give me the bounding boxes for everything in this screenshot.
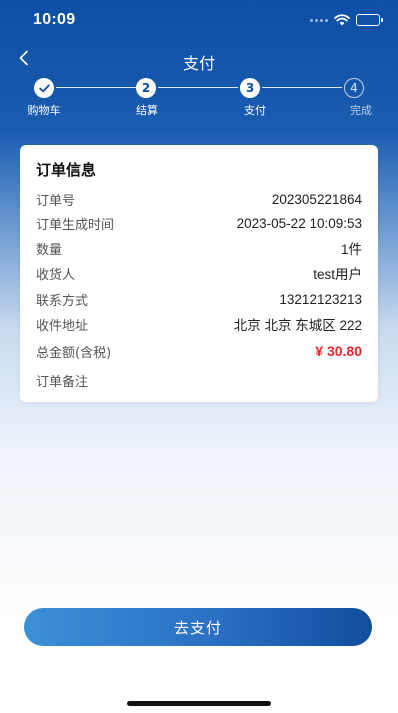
contact-row: 联系方式 13212123213: [36, 289, 362, 309]
quantity-value: 1件: [340, 242, 362, 257]
recipient-value: test用户: [313, 267, 362, 282]
step-4-label: 完成: [350, 104, 372, 117]
row-label: 订单生成时间: [36, 217, 115, 233]
step-4-circle: 4: [344, 78, 364, 98]
total-amount-row: 总金额(含税) ¥ 30.80: [36, 341, 362, 361]
navigation-bar: 支付: [0, 44, 398, 74]
step-3-circle: 3: [240, 78, 260, 98]
row-label: 订单号: [36, 193, 76, 209]
pay-button[interactable]: 去支付: [24, 608, 372, 646]
total-amount-value: ¥ 30.80: [315, 343, 362, 359]
step-connector: [56, 87, 136, 88]
status-time: 10:09: [33, 11, 76, 28]
home-indicator: [127, 701, 271, 706]
progress-steps: 2 3 4 购物车 结算 支付 完成: [0, 76, 398, 117]
recipient-row: 收货人 test用户: [36, 263, 362, 283]
step-connector: [262, 87, 342, 88]
order-number-row: 订单号 202305221864: [36, 189, 362, 209]
address-value: 北京 北京 东城区 222: [233, 318, 362, 333]
address-row: 收件地址 北京 北京 东城区 222: [36, 314, 362, 334]
order-number-value: 202305221864: [271, 191, 362, 207]
order-info-title: 订单信息: [36, 161, 97, 179]
wifi-icon: [334, 14, 350, 26]
check-icon: [38, 84, 50, 92]
page-title: 支付: [182, 54, 215, 73]
step-1-label: 购物车: [27, 104, 61, 117]
row-label: 收货人: [36, 267, 76, 283]
status-bar: 10:09: [0, 0, 398, 44]
step-1-check-icon: [34, 78, 54, 98]
order-time-row: 订单生成时间 2023-05-22 10:09:53: [36, 213, 362, 233]
row-label: 总金额(含税): [36, 345, 112, 361]
order-time-value: 2023-05-22 10:09:53: [236, 215, 362, 231]
step-2-label: 结算: [136, 104, 158, 117]
step-2-circle: 2: [136, 78, 156, 98]
row-label: 收件地址: [36, 318, 89, 334]
status-icons: [310, 12, 383, 28]
row-label: 联系方式: [36, 293, 89, 309]
order-remark-row: 订单备注: [36, 370, 362, 390]
row-label: 数量: [36, 242, 63, 258]
contact-value: 13212123213: [279, 291, 362, 307]
order-info-card: 订单信息 订单号 202305221864 订单生成时间 2023-05-22 …: [20, 145, 378, 402]
row-label: 订单备注: [36, 374, 89, 390]
quantity-row: 数量 1件: [36, 238, 362, 258]
battery-icon: [356, 14, 383, 26]
cellular-signal-icon: [310, 18, 328, 22]
step-connector: [158, 87, 238, 88]
step-3-label: 支付: [244, 104, 266, 117]
